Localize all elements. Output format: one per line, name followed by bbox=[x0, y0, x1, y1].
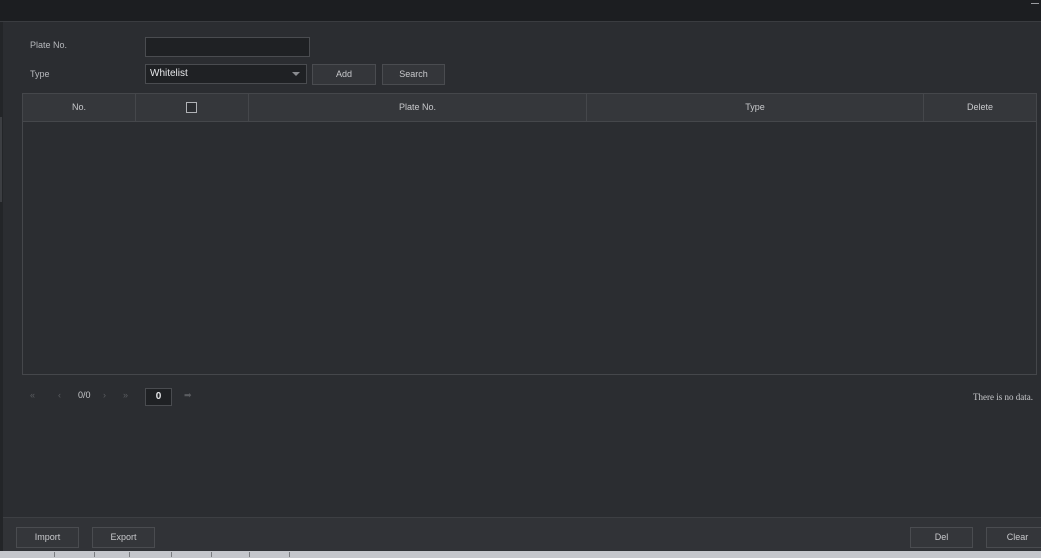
del-button[interactable]: Del bbox=[910, 527, 973, 548]
go-page-icon[interactable]: ➡ bbox=[184, 390, 192, 401]
next-page-icon[interactable]: › bbox=[103, 390, 106, 400]
plate-table: No. Plate No. Type Delete bbox=[22, 93, 1037, 375]
select-all-checkbox[interactable] bbox=[186, 102, 197, 113]
type-label: Type bbox=[30, 69, 50, 79]
page-counter: 0/0 bbox=[78, 390, 91, 400]
plate-no-label: Plate No. bbox=[30, 40, 68, 50]
taskbar-item[interactable] bbox=[212, 552, 250, 557]
page-number-input[interactable]: 0 bbox=[145, 388, 172, 406]
taskbar-item[interactable] bbox=[130, 552, 172, 557]
export-button[interactable]: Export bbox=[92, 527, 155, 548]
column-header-type: Type bbox=[587, 94, 924, 121]
import-button[interactable]: Import bbox=[16, 527, 79, 548]
column-header-no: No. bbox=[23, 94, 136, 121]
last-page-icon[interactable]: » bbox=[123, 390, 128, 400]
taskbar-item[interactable] bbox=[10, 552, 55, 557]
table-header: No. Plate No. Type Delete bbox=[23, 94, 1036, 122]
no-data-message: There is no data. bbox=[973, 392, 1033, 402]
taskbar-item[interactable] bbox=[172, 552, 212, 557]
clear-button[interactable]: Clear bbox=[986, 527, 1041, 548]
type-select[interactable]: Whitelist bbox=[145, 64, 307, 84]
footer-toolbar: Import Export Del Clear bbox=[3, 517, 1041, 552]
prev-page-icon[interactable]: ‹ bbox=[58, 390, 61, 400]
search-button[interactable]: Search bbox=[382, 64, 445, 85]
column-header-delete: Delete bbox=[966, 102, 993, 112]
window-titlebar bbox=[0, 0, 1041, 22]
column-header-plate-no: Plate No. bbox=[249, 94, 587, 121]
taskbar-item[interactable] bbox=[250, 552, 290, 557]
column-header-select bbox=[136, 94, 249, 121]
add-button[interactable]: Add bbox=[312, 64, 376, 85]
sidebar-handle[interactable] bbox=[0, 117, 2, 202]
minimize-icon[interactable] bbox=[1031, 3, 1039, 4]
first-page-icon[interactable]: « bbox=[30, 390, 35, 400]
taskbar-strip bbox=[0, 551, 1041, 558]
plate-no-input[interactable] bbox=[145, 37, 310, 57]
left-sidebar-edge bbox=[0, 22, 3, 558]
taskbar-item[interactable] bbox=[95, 552, 130, 557]
taskbar-item[interactable] bbox=[55, 552, 95, 557]
chevron-down-icon bbox=[292, 72, 300, 76]
type-select-value: Whitelist bbox=[150, 68, 188, 79]
